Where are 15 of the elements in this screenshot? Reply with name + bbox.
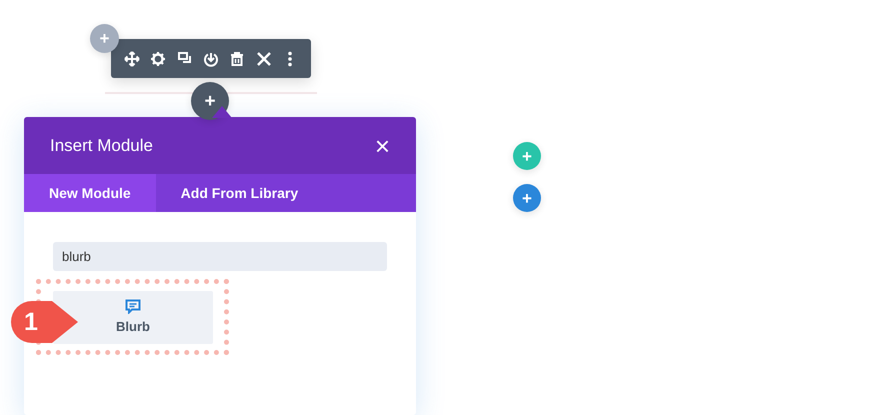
callout-marker xyxy=(10,300,80,344)
download-icon[interactable] xyxy=(202,50,219,66)
trash-icon[interactable] xyxy=(229,50,246,66)
speech-bubble-icon xyxy=(125,298,141,314)
close-button[interactable]: × xyxy=(374,132,390,158)
move-icon[interactable] xyxy=(124,50,140,66)
tab[interactable]: Add From Library xyxy=(156,174,324,212)
close-icon[interactable] xyxy=(256,50,272,66)
module-button[interactable]: Blurb xyxy=(53,291,213,344)
settings-icon[interactable] xyxy=(150,50,166,66)
add-section-button[interactable]: + xyxy=(513,184,541,212)
search-field[interactable]: blurb xyxy=(53,242,387,271)
modal-title: Insert Module xyxy=(50,134,153,157)
callout-number: 1 xyxy=(24,307,38,338)
tab[interactable]: New Module xyxy=(24,174,156,212)
